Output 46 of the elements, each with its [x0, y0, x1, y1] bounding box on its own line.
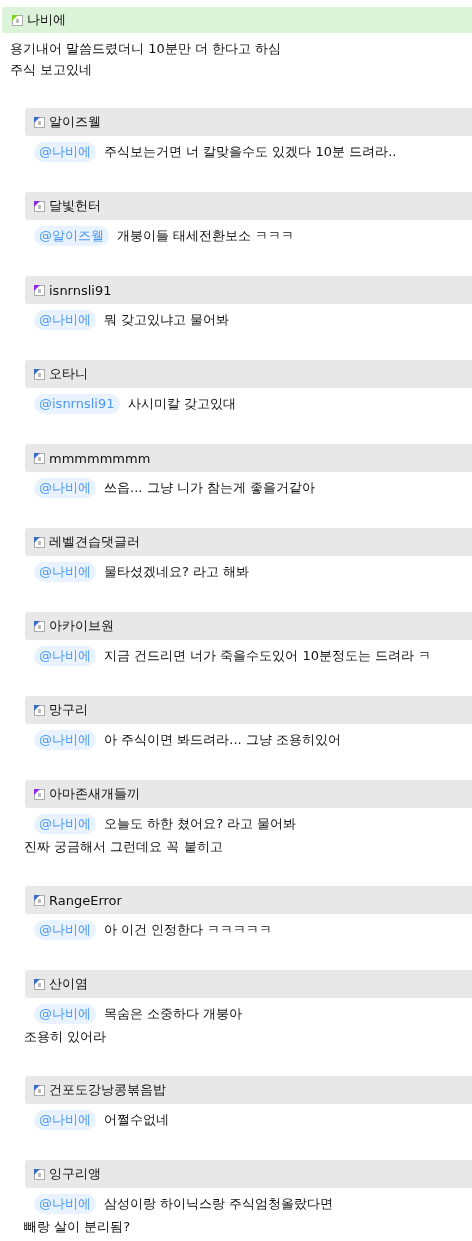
level-icon — [34, 620, 45, 632]
comment-text: 쓰읍... 그냥 니가 참는게 좋을거같아 — [104, 479, 315, 497]
level-icon — [34, 452, 45, 464]
comment-text: 주식보는거면 너 칼맞을수도 있겠다 10분 드려라.. — [104, 143, 397, 161]
author-name[interactable]: 오타니 — [49, 365, 88, 383]
author-name[interactable]: RangeError — [49, 892, 122, 908]
author-name[interactable]: 건포도강낭콩볶음밥 — [49, 1081, 166, 1099]
level-icon — [34, 978, 45, 990]
comment-text: 오늘도 하한 쳤어요? 라고 물어봐 — [104, 815, 297, 833]
level-icon — [34, 284, 45, 296]
comment-text: 아 이건 인정한다 ㅋㅋㅋㅋㅋ — [104, 921, 273, 939]
comment-text: 아 주식이면 봐드려라... 그냥 조용히있어 — [104, 731, 341, 749]
comment-text: 진짜 궁금해서 그런데요 꼭 붙히고 — [24, 838, 224, 856]
level-icon — [34, 1168, 45, 1180]
comment-text: 목숨은 소중하다 개붕아 — [104, 1005, 243, 1023]
author-name[interactable]: 아카이브원 — [49, 617, 114, 635]
comment-text: 뭐 갖고있냐고 물어봐 — [104, 311, 230, 329]
comment-text: 물타셨겠네요? 라고 해봐 — [104, 563, 250, 581]
level-icon — [34, 536, 45, 548]
level-icon — [34, 116, 45, 128]
comment-text: 빼랑 살이 분리됨? — [24, 1218, 132, 1236]
author-name[interactable]: 잉구리앵 — [49, 1165, 101, 1183]
level-icon — [34, 894, 45, 906]
author-name[interactable]: isnrnsli91 — [49, 282, 112, 298]
author-name[interactable]: 알이즈웰 — [49, 113, 101, 131]
post-text: 주식 보고있네 — [10, 61, 94, 79]
level-icon — [34, 788, 45, 800]
post-text: 용기내어 말씀드렸더니 10분만 더 한다고 하심 — [10, 40, 283, 58]
author-name[interactable]: mmmmmmmm — [49, 450, 151, 466]
comment-text: 조용히 있어라 — [24, 1028, 108, 1046]
level-icon — [34, 200, 45, 212]
comment-text: 개붕이들 태세전환보소 ㅋㅋㅋ — [117, 227, 295, 245]
level-icon — [34, 1084, 45, 1096]
comment-text: 지금 건드리면 너가 죽을수도있어 10분정도는 드려라 ㅋ — [104, 647, 432, 665]
level-icon — [12, 14, 23, 26]
comment-text: 어쩔수없네 — [104, 1111, 169, 1129]
level-icon — [34, 704, 45, 716]
comment-text: 삼성이랑 하이닉스랑 주식엄청올랐다면 — [104, 1195, 334, 1213]
author-name[interactable]: 달빛헌터 — [49, 197, 101, 215]
comment-text: 사시미칼 갖고있대 — [127, 395, 236, 413]
author-name[interactable]: 망구리 — [49, 701, 88, 719]
author-name[interactable]: 아마존새개들끼 — [49, 785, 140, 803]
author-name[interactable]: 산이염 — [49, 975, 88, 993]
author-name[interactable]: 나비에 — [27, 11, 66, 29]
level-icon — [34, 368, 45, 380]
author-name[interactable]: 레벨견습댓글러 — [49, 533, 140, 551]
